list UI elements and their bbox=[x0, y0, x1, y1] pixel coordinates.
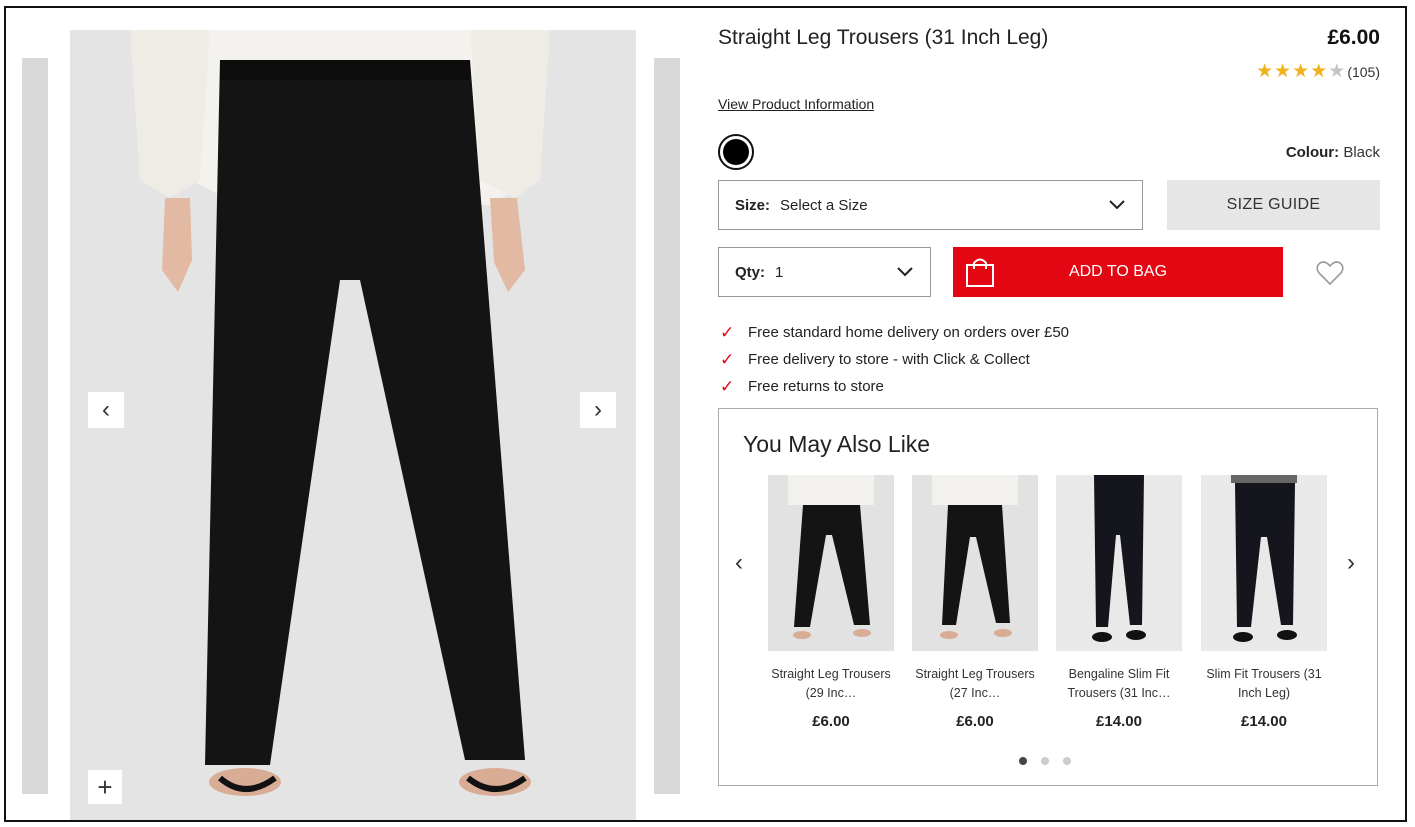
recommendation-card[interactable]: Slim Fit Trousers (31 Inch Leg) £14.00 bbox=[1200, 475, 1328, 730]
star-icon: ★ bbox=[1256, 61, 1274, 82]
recommendation-image bbox=[912, 475, 1038, 651]
recommendation-name: Straight Leg Trousers (29 Inc… bbox=[771, 667, 891, 700]
star-icon: ★ bbox=[1274, 61, 1292, 82]
recommendation-price: £14.00 bbox=[1096, 713, 1142, 730]
recommendation-name: Slim Fit Trousers (31 Inch Leg) bbox=[1206, 667, 1322, 700]
rating-count: (105) bbox=[1347, 63, 1380, 80]
carousel-dot[interactable] bbox=[1041, 757, 1049, 765]
recommendation-card[interactable]: Bengaline Slim Fit Trousers (31 Inc… £14… bbox=[1055, 475, 1183, 730]
star-empty-icon: ★ bbox=[1328, 61, 1346, 82]
trousers-illustration bbox=[130, 30, 550, 796]
recommendation-price: £14.00 bbox=[1241, 713, 1287, 730]
colour-readout: Colour: Black bbox=[1286, 144, 1380, 161]
qty-label: Qty: bbox=[735, 263, 765, 281]
star-icon: ★ bbox=[1292, 61, 1310, 82]
recommendation-card[interactable]: Straight Leg Trousers (29 Inc… £6.00 bbox=[767, 475, 895, 730]
trousers-thumbnail bbox=[932, 475, 1018, 639]
gallery-next-button[interactable]: › bbox=[580, 392, 616, 428]
view-product-information-link[interactable]: View Product Information bbox=[718, 96, 874, 112]
chevron-left-icon: ‹ bbox=[102, 396, 110, 423]
chevron-down-icon bbox=[897, 267, 913, 277]
quantity-select[interactable]: Qty: 1 bbox=[718, 247, 931, 297]
check-icon: ✓ bbox=[720, 377, 735, 396]
perk-text: Free delivery to store - with Click & Co… bbox=[748, 351, 1030, 368]
star-icon: ★ bbox=[1310, 61, 1328, 82]
prev-image-strip[interactable] bbox=[22, 58, 48, 794]
colour-swatch-black[interactable] bbox=[718, 134, 754, 170]
recommendation-card[interactable]: Straight Leg Trousers (27 Inc… £6.00 bbox=[911, 475, 1039, 730]
recommendations-title: You May Also Like bbox=[743, 431, 931, 457]
recommendation-name: Bengaline Slim Fit Trousers (31 Inc… bbox=[1067, 667, 1171, 700]
plus-icon: + bbox=[97, 771, 113, 802]
size-guide-button[interactable]: SIZE GUIDE bbox=[1167, 180, 1380, 230]
next-image-strip[interactable] bbox=[654, 58, 680, 794]
recommendation-image bbox=[768, 475, 894, 651]
chevron-right-icon: › bbox=[594, 396, 602, 423]
perk-item: ✓ Free standard home delivery on orders o… bbox=[720, 319, 1069, 346]
product-gallery: ‹ › + bbox=[6, 8, 696, 820]
check-icon: ✓ bbox=[720, 323, 735, 342]
swatch-fill bbox=[723, 139, 749, 165]
qty-value: 1 bbox=[775, 263, 784, 281]
delivery-perks: ✓ Free standard home delivery on orders o… bbox=[720, 319, 1069, 400]
size-label: Size: bbox=[735, 196, 771, 214]
page-frame: ‹ › + Straight Leg Trousers (31 Inch Leg… bbox=[4, 6, 1407, 822]
gallery-prev-button[interactable]: ‹ bbox=[88, 392, 124, 428]
perk-text: Free standard home delivery on orders ov… bbox=[748, 324, 1070, 341]
check-icon: ✓ bbox=[720, 350, 735, 369]
recommendation-price: £6.00 bbox=[812, 713, 850, 730]
perk-item: ✓ Free returns to store bbox=[720, 373, 1069, 400]
main-product-image[interactable] bbox=[70, 30, 636, 820]
size-value: Select a Size bbox=[780, 196, 868, 214]
recommendation-name: Straight Leg Trousers (27 Inc… bbox=[915, 667, 1035, 700]
carousel-prev-icon[interactable]: ‹ bbox=[735, 549, 743, 577]
perk-item: ✓ Free delivery to store - with Click & C… bbox=[720, 346, 1069, 373]
product-price: £6.00 bbox=[1327, 26, 1380, 49]
shopping-bag-icon bbox=[966, 258, 994, 287]
trousers-thumbnail bbox=[788, 475, 874, 639]
carousel-next-icon[interactable]: › bbox=[1347, 549, 1355, 577]
size-select[interactable]: Size: Select a Size bbox=[718, 180, 1143, 230]
carousel-dot[interactable] bbox=[1063, 757, 1071, 765]
trousers-thumbnail bbox=[1092, 475, 1146, 642]
heart-icon[interactable] bbox=[1316, 260, 1344, 286]
chevron-down-icon bbox=[1109, 200, 1125, 210]
colour-value: Black bbox=[1343, 144, 1380, 161]
zoom-button[interactable]: + bbox=[88, 770, 122, 804]
add-to-bag-button[interactable]: ADD TO BAG bbox=[953, 247, 1283, 297]
trousers-thumbnail bbox=[1231, 475, 1297, 642]
carousel-dot[interactable] bbox=[1019, 757, 1027, 765]
add-to-bag-label: ADD TO BAG bbox=[1068, 263, 1168, 280]
recommendations-panel: You May Also Like ‹ › Straight Leg Trous… bbox=[718, 408, 1378, 786]
product-title: Straight Leg Trousers (31 Inch Leg) bbox=[718, 26, 1049, 49]
carousel-pagination bbox=[1019, 757, 1071, 765]
product-rating[interactable]: ★ ★ ★ ★ ★ (105) bbox=[1255, 60, 1380, 83]
recommendation-price: £6.00 bbox=[956, 713, 994, 730]
perk-text: Free returns to store bbox=[748, 378, 884, 395]
recommendation-image bbox=[1056, 475, 1182, 651]
recommendation-image bbox=[1201, 475, 1327, 651]
colour-label: Colour: bbox=[1285, 144, 1340, 161]
